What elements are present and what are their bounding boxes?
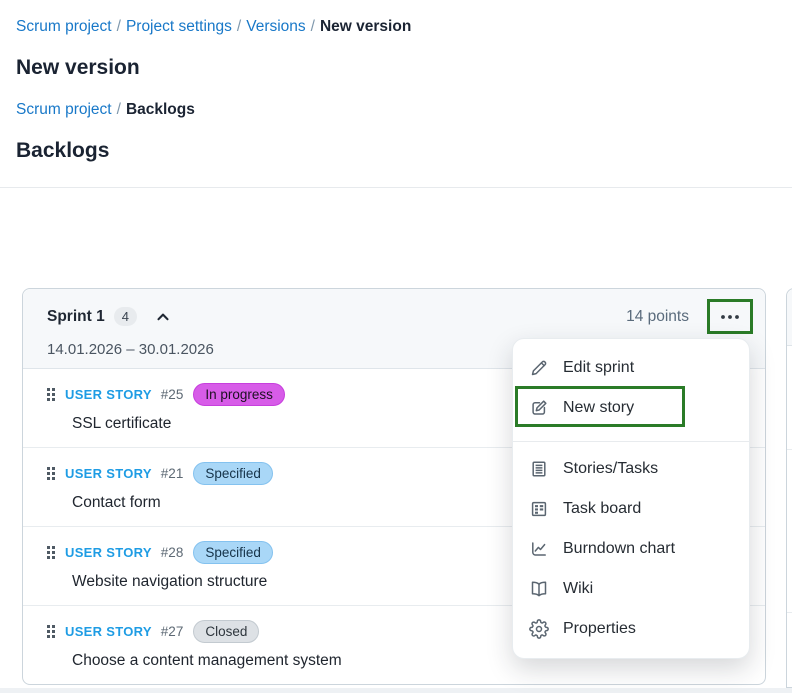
story-id: #27 (160, 624, 184, 639)
menu-item-label: New story (563, 399, 635, 416)
story-type-link[interactable]: USER STORY (65, 387, 152, 402)
breadcrumb-link-project-settings[interactable]: Project settings (126, 18, 232, 35)
menu-item-new-story[interactable]: New story (513, 386, 749, 428)
menu-item-label: Edit sprint (563, 359, 635, 376)
drag-handle-icon[interactable] (47, 546, 55, 559)
drag-handle-icon[interactable] (47, 388, 55, 401)
section-title: Backlogs (16, 139, 110, 162)
drag-handle-icon[interactable] (47, 467, 55, 480)
breadcrumb-link-versions[interactable]: Versions (246, 18, 305, 35)
story-id: #28 (160, 545, 184, 560)
section-divider (0, 187, 792, 188)
menu-item-label: Properties (563, 620, 636, 637)
sprint-name: Sprint 1 (47, 307, 105, 325)
sprint-context-menu: Edit sprint New story Stories/Tasks Task… (512, 338, 750, 659)
breadcrumb-link-scrum-project[interactable]: Scrum project (16, 101, 112, 118)
page-title: New version (16, 56, 140, 79)
status-badge: In progress (193, 383, 285, 406)
story-type-link[interactable]: USER STORY (65, 466, 152, 481)
page-header: Scrum project / Project settings / Versions /… (0, 0, 792, 163)
bottom-section-edge (0, 688, 792, 693)
menu-item-burndown-chart[interactable]: Burndown chart (513, 529, 749, 569)
story-type-link[interactable]: USER STORY (65, 545, 152, 560)
menu-item-properties[interactable]: Properties (513, 609, 749, 649)
breadcrumb-separator: / (236, 18, 242, 35)
status-badge: Closed (193, 620, 260, 643)
story-type-link[interactable]: USER STORY (65, 624, 152, 639)
menu-item-label: Burndown chart (563, 540, 676, 557)
story-id: #21 (160, 466, 184, 481)
chevron-up-icon (155, 309, 171, 325)
breadcrumb-current: Backlogs (125, 101, 195, 118)
menu-item-task-board[interactable]: Task board (513, 489, 749, 529)
breadcrumb-separator: / (310, 18, 315, 35)
pencil-icon (529, 358, 549, 378)
open-book-icon (529, 579, 549, 599)
menu-divider (513, 441, 749, 442)
adjacent-card-edge (786, 288, 792, 688)
breadcrumb-separator: / (116, 18, 121, 35)
sprint-more-button[interactable] (707, 299, 753, 334)
sprint-points: 14 points (626, 307, 689, 325)
breadcrumb: Scrum project / Project settings / Versions /… (16, 18, 776, 36)
menu-item-label: Task board (563, 500, 642, 517)
menu-item-label: Wiki (563, 580, 594, 597)
status-badge: Specified (193, 541, 273, 564)
line-chart-icon (529, 539, 549, 559)
breadcrumb-second: Scrum project / Backlogs (16, 101, 776, 119)
menu-item-stories-tasks[interactable]: Stories/Tasks (513, 449, 749, 489)
board-icon (529, 499, 549, 519)
document-lines-icon (529, 459, 549, 479)
menu-item-wiki[interactable]: Wiki (513, 569, 749, 609)
story-id: #25 (160, 387, 184, 402)
collapse-sprint-button[interactable] (155, 309, 171, 325)
status-badge: Specified (193, 462, 273, 485)
more-horizontal-icon (719, 314, 741, 320)
menu-item-edit-sprint[interactable]: Edit sprint (513, 348, 749, 388)
story-count-badge: 4 (113, 307, 137, 326)
drag-handle-icon[interactable] (47, 625, 55, 638)
breadcrumb-separator: / (116, 101, 121, 118)
compose-icon (529, 398, 549, 418)
breadcrumb-link-scrum-project[interactable]: Scrum project (16, 18, 112, 35)
menu-item-label: Stories/Tasks (563, 460, 659, 477)
gear-icon (529, 619, 549, 639)
breadcrumb-current: New version (319, 18, 412, 35)
